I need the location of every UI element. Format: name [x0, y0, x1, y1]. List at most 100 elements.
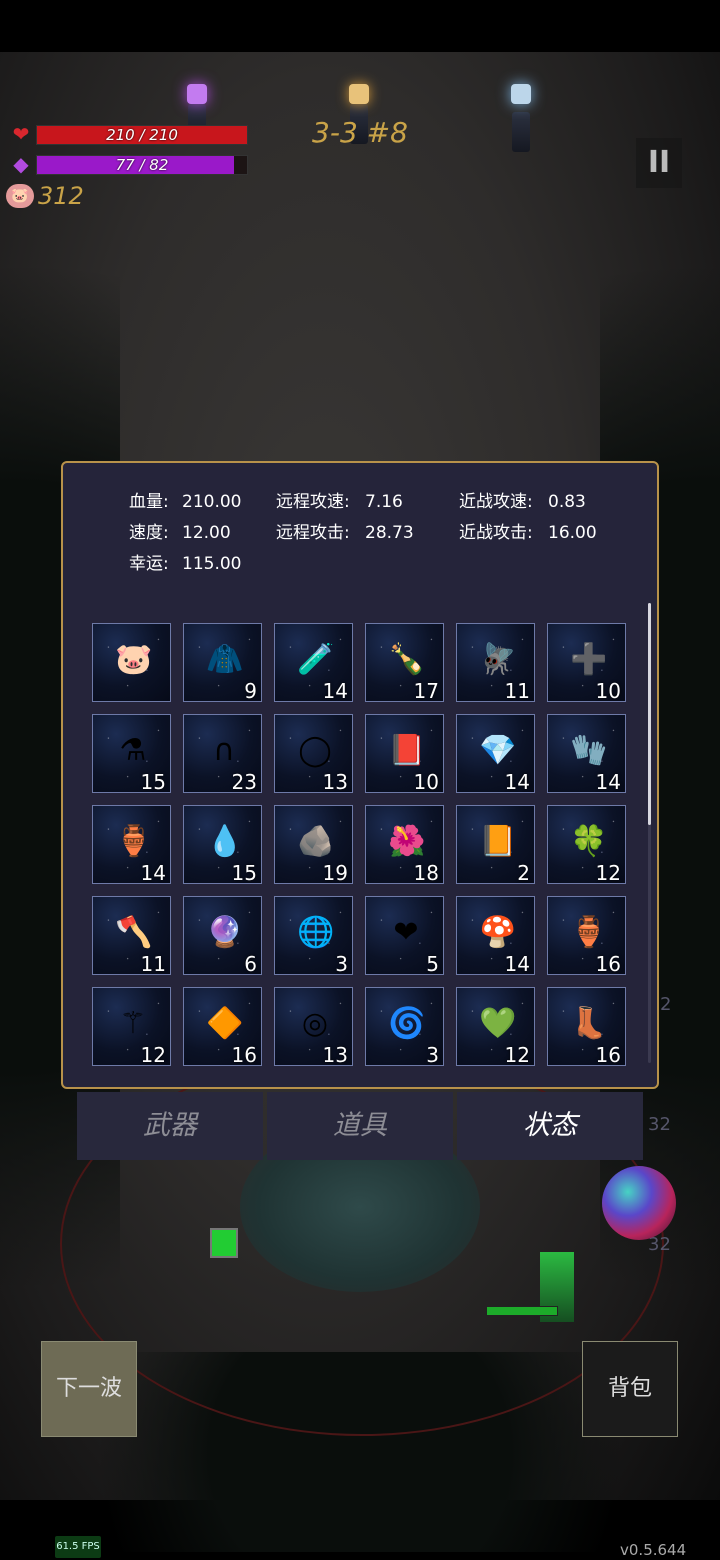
dragonfly-icon: 🪰: [479, 642, 517, 677]
stat-value: 115.00: [182, 554, 242, 574]
stat-item: 近战攻击: 16.00: [459, 522, 597, 544]
blue-crystal-totem-icon: [511, 84, 531, 104]
inventory-slot[interactable]: 🪰 11: [456, 623, 535, 702]
stat-label: 血量:: [129, 492, 169, 512]
item-count: 12: [140, 1043, 166, 1066]
stage-label: 3-3 #8: [312, 116, 408, 149]
stat-label: 远程攻速:: [276, 492, 350, 512]
pause-button[interactable]: II: [636, 138, 682, 188]
stone-icon: 🪨: [297, 824, 335, 859]
inventory-slot[interactable]: 🔮 6: [183, 896, 262, 975]
tab-items[interactable]: 道具: [267, 1092, 453, 1160]
inventory-slot[interactable]: 📕 10: [365, 714, 444, 793]
heart-icon: ❤: [12, 122, 30, 146]
next-wave-button[interactable]: 下一波: [41, 1341, 137, 1437]
inventory-slot[interactable]: ◎ 13: [274, 987, 353, 1066]
item-count: 18: [413, 861, 439, 884]
axe-icon: 🪓: [115, 915, 153, 950]
cloak-figure-icon: 🧥: [206, 642, 244, 677]
item-count: 10: [413, 770, 439, 793]
inventory-slot[interactable]: 🧥 9: [183, 623, 262, 702]
inventory-slot[interactable]: 🍄 14: [456, 896, 535, 975]
inventory-slot[interactable]: 🌀 3: [365, 987, 444, 1066]
inventory-slot[interactable]: 🧪 14: [274, 623, 353, 702]
inventory-slot[interactable]: 🔶 16: [183, 987, 262, 1066]
inventory-slot[interactable]: 🍀 12: [547, 805, 626, 884]
horseshoe-icon: ∩: [213, 733, 235, 768]
player-character: [210, 1228, 238, 1258]
mp-bar: 77 / 82: [36, 155, 248, 175]
item-count: 2: [517, 861, 530, 884]
item-count: 10: [595, 679, 621, 702]
inventory-slot[interactable]: 🧤 14: [547, 714, 626, 793]
mushroom-icon: 🍄: [479, 915, 517, 950]
inventory-slot[interactable]: 🪨 19: [274, 805, 353, 884]
inventory-slot[interactable]: 📙 2: [456, 805, 535, 884]
stat-item: 速度: 12.00: [129, 522, 231, 544]
purple-vial-icon: 🧪: [297, 642, 335, 677]
inventory-slot[interactable]: ⚗ 15: [92, 714, 171, 793]
item-count: 9: [244, 679, 257, 702]
inventory-slot[interactable]: ➕ 10: [547, 623, 626, 702]
item-count: 12: [504, 1043, 530, 1066]
inventory-slot[interactable]: 🏺 16: [547, 896, 626, 975]
inventory-slot[interactable]: ∩ 23: [183, 714, 262, 793]
bottle-icon: 🍾: [388, 642, 426, 677]
clay-vase-icon: 🏺: [570, 915, 608, 950]
tab-weapons[interactable]: 武器: [77, 1092, 263, 1160]
stat-value: 7.16: [365, 492, 403, 512]
inventory-slot[interactable]: 💚 12: [456, 987, 535, 1066]
inventory-slot[interactable]: 🍾 17: [365, 623, 444, 702]
item-count: 12: [595, 861, 621, 884]
inventory-slot[interactable]: 👢 16: [547, 987, 626, 1066]
stat-value: 210.00: [182, 492, 242, 512]
flask-icon: 🏺: [115, 824, 153, 859]
mp-text: 77 / 82: [115, 156, 169, 174]
item-count: 13: [322, 770, 348, 793]
pig-coin-icon: 🐷: [6, 184, 34, 208]
item-count: 14: [595, 770, 621, 793]
inventory-slot[interactable]: 🪓 11: [92, 896, 171, 975]
inventory-scrollbar[interactable]: [648, 603, 651, 1063]
inventory-slot[interactable]: 🏺 14: [92, 805, 171, 884]
mana-diamond-icon: ◆: [13, 152, 29, 176]
stat-label: 近战攻击:: [459, 523, 533, 543]
item-count: 14: [504, 952, 530, 975]
stat-label: 幸运:: [129, 554, 169, 574]
item-count: 23: [231, 770, 257, 793]
item-count: 14: [504, 770, 530, 793]
version-label: v0.5.644: [620, 1541, 687, 1559]
gold-crystal-icon: [349, 84, 369, 104]
small-mushroom-icon: ⚚: [119, 1006, 147, 1041]
item-count: 15: [140, 770, 166, 793]
heart-potion-icon: ❤: [393, 915, 419, 950]
stat-item: 幸运: 115.00: [129, 553, 241, 575]
item-count: 16: [595, 952, 621, 975]
blue-crystal-icon: 💎: [479, 733, 517, 768]
side-number: 2: [660, 994, 672, 1015]
item-count: 19: [322, 861, 348, 884]
item-count: 5: [426, 952, 439, 975]
boots-icon: 👢: [570, 1006, 608, 1041]
inventory-slot[interactable]: ⚚ 12: [92, 987, 171, 1066]
inventory-slot[interactable]: 💧 15: [183, 805, 262, 884]
inventory-slot[interactable]: 🐷: [92, 623, 171, 702]
inventory-slot[interactable]: ❤ 5: [365, 896, 444, 975]
side-number: 32: [648, 1114, 671, 1135]
fps-counter: 61.5 FPS: [55, 1536, 101, 1558]
item-count: 14: [140, 861, 166, 884]
inventory-slot[interactable]: 🌐 3: [274, 896, 353, 975]
skill-orb-button[interactable]: [602, 1166, 676, 1240]
purple-gem-icon: 🔮: [206, 915, 244, 950]
inventory-slot[interactable]: 🌺 18: [365, 805, 444, 884]
inventory-slot[interactable]: 💎 14: [456, 714, 535, 793]
item-count: 11: [140, 952, 166, 975]
backpack-button[interactable]: 背包: [582, 1341, 678, 1437]
item-count: 6: [244, 952, 257, 975]
inventory-slot[interactable]: ◯ 13: [274, 714, 353, 793]
tab-status[interactable]: 状态: [457, 1092, 643, 1160]
game-screen: ❤ 210 / 210 ◆ 77 / 82 🐷 312 3-3 #8 II 血量…: [0, 0, 720, 1560]
scrollbar-thumb[interactable]: [648, 603, 651, 825]
green-crystal-icon: 💚: [479, 1006, 517, 1041]
stat-item: 远程攻速: 7.16: [276, 491, 403, 513]
